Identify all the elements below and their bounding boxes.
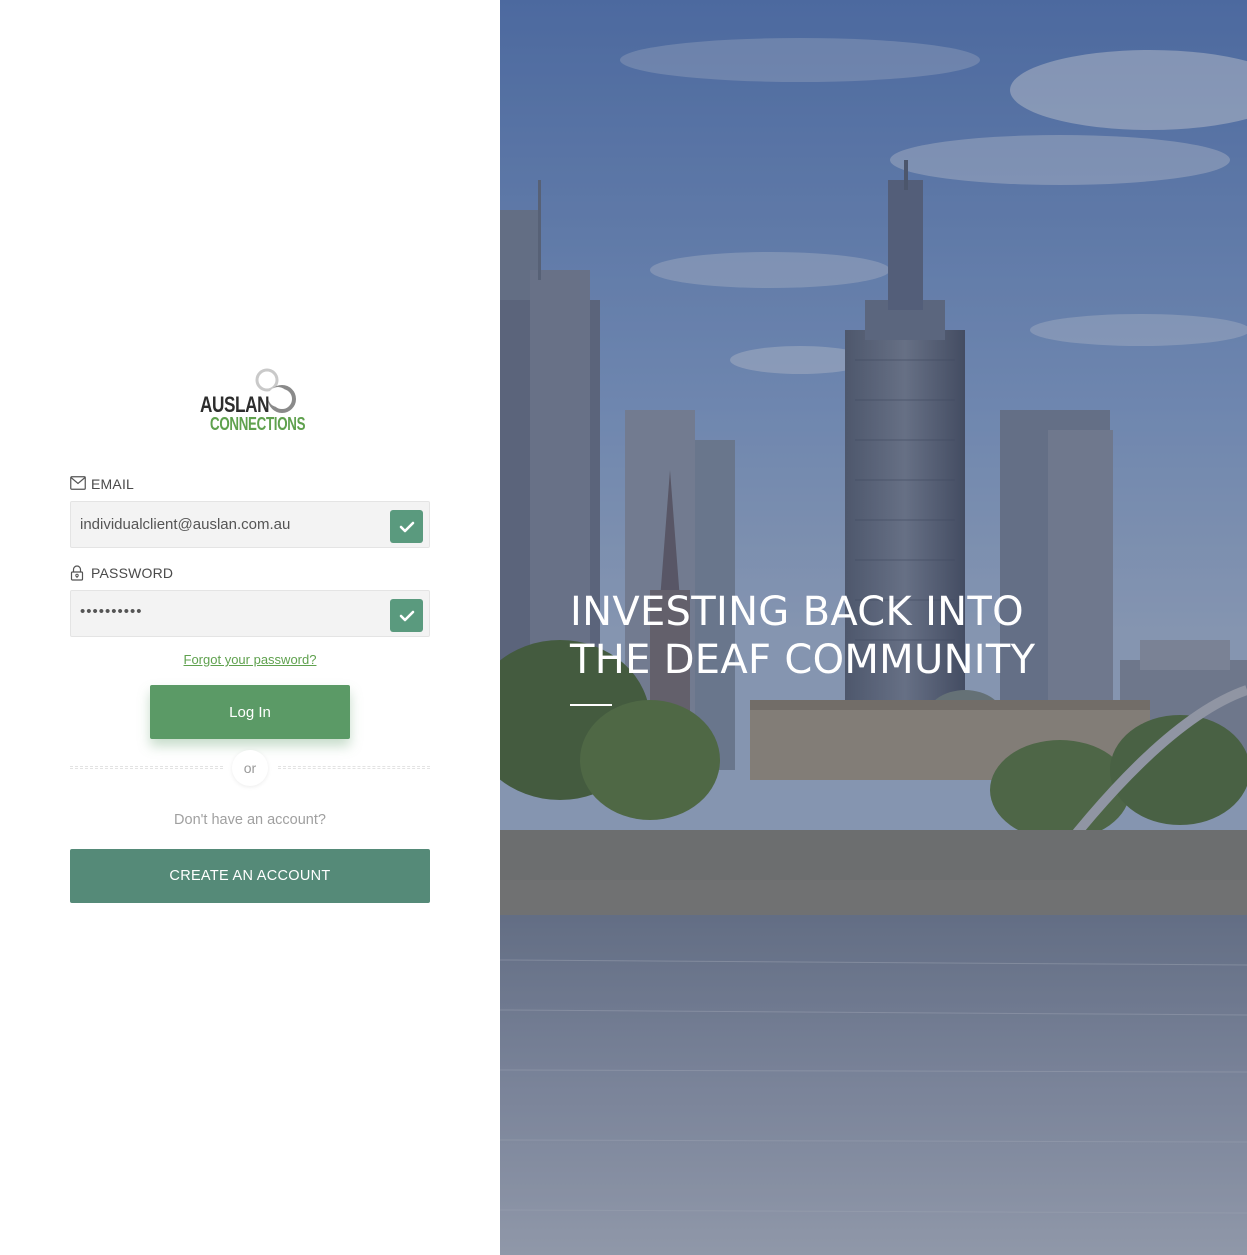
lock-icon	[70, 565, 86, 581]
hero-heading: INVESTING BACK INTO THE DEAF COMMUNITY	[570, 588, 1090, 684]
or-divider: or	[232, 750, 268, 786]
password-label-text: PASSWORD	[91, 565, 174, 581]
email-valid-check-icon	[390, 510, 423, 543]
password-field[interactable]: ••••••••••	[70, 590, 430, 637]
login-button[interactable]: Log In	[150, 685, 350, 739]
divider-left	[70, 766, 223, 769]
logo-text-connections: CONNECTIONS	[210, 414, 306, 434]
password-label: PASSWORD	[70, 565, 173, 581]
hero-underline	[570, 704, 612, 706]
no-account-text: Don't have an account?	[174, 812, 326, 828]
envelope-icon	[70, 476, 86, 492]
email-field[interactable]: individualclient@auslan.com.au	[70, 501, 430, 548]
hero-heading-line-1: INVESTING BACK INTO	[570, 589, 1024, 635]
email-value: individualclient@auslan.com.au	[80, 516, 291, 533]
auslan-connections-logo: AUSLAN CONNECTIONS	[196, 366, 306, 438]
email-label-text: EMAIL	[91, 476, 135, 492]
email-label: EMAIL	[70, 476, 134, 492]
hero-heading-line-2: THE DEAF COMMUNITY	[570, 637, 1036, 683]
create-account-button[interactable]: CREATE AN ACCOUNT	[70, 849, 430, 903]
password-valid-check-icon	[390, 599, 423, 632]
password-value: ••••••••••	[80, 603, 143, 620]
hero-panel: INVESTING BACK INTO THE DEAF COMMUNITY	[500, 0, 1247, 1255]
login-panel: AUSLAN CONNECTIONS EMAIL individualclien…	[0, 0, 500, 1255]
divider-right	[278, 766, 430, 769]
forgot-password-link[interactable]: Forgot your password?	[70, 652, 430, 667]
